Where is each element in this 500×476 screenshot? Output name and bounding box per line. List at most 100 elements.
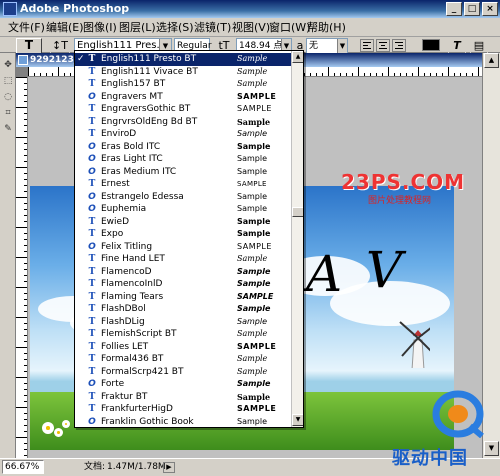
font-list-item[interactable]: T Formal436 BT Sample xyxy=(75,353,291,366)
truetype-font-icon: T xyxy=(88,104,96,114)
antialias-select[interactable]: 无 ▼ xyxy=(306,38,348,54)
font-list-item[interactable]: T EngraversGothic BT SAMPLE xyxy=(75,103,291,116)
scroll-down-icon[interactable]: ▼ xyxy=(292,414,303,426)
scroll-down-icon[interactable]: ▼ xyxy=(484,441,499,456)
align-left-button[interactable] xyxy=(360,39,374,52)
truetype-font-icon: T xyxy=(88,129,96,139)
move-tool-icon[interactable]: ✥ xyxy=(2,59,14,71)
opentype-font-icon: O xyxy=(88,241,96,252)
palettes-icon[interactable]: ▤ xyxy=(470,38,488,54)
font-list-item[interactable]: T Ernest SAMPLE xyxy=(75,178,291,191)
lasso-tool-icon[interactable]: ◌ xyxy=(2,91,14,103)
font-list-item[interactable]: O Eras Bold ITC Sample xyxy=(75,141,291,154)
opentype-font-icon: O xyxy=(88,191,96,202)
font-sample: SAMPLE xyxy=(237,180,267,188)
truetype-font-icon: T xyxy=(88,66,96,77)
font-sample: Sample xyxy=(237,204,267,213)
truetype-font-icon: T xyxy=(88,366,96,377)
font-list-item[interactable]: O Eras Light ITC Sample xyxy=(75,153,291,166)
menu-layer[interactable]: 图层(L) xyxy=(119,20,156,35)
maximize-button[interactable]: □ xyxy=(464,2,480,16)
font-list-item[interactable]: T Expo Sample xyxy=(75,228,291,241)
font-list-item[interactable]: T English157 BT Sample xyxy=(75,78,291,91)
font-name: FlamencoInlD xyxy=(101,279,163,289)
opentype-font-icon: O xyxy=(88,154,96,164)
truetype-font-icon: T xyxy=(88,229,96,239)
font-sample: Sample xyxy=(237,116,271,127)
font-list-item[interactable]: T Follies LET SAMPLE xyxy=(75,341,291,354)
document-icon xyxy=(18,55,28,65)
font-list-item[interactable]: O Felix Titling SAMPLE xyxy=(75,241,291,254)
doc-size-label: 文档: xyxy=(84,462,106,472)
font-name: EngraversGothic BT xyxy=(101,104,191,114)
font-list-item[interactable]: T Flaming Tears SAMPLE xyxy=(75,291,291,304)
font-name: FrankfurterHigD xyxy=(101,404,173,414)
font-name: FlemishScript BT xyxy=(101,329,177,339)
text-orientation-icon[interactable]: ↕T xyxy=(50,38,70,54)
crop-tool-icon[interactable]: ⌗ xyxy=(2,107,14,119)
chevron-down-icon[interactable]: ▼ xyxy=(337,39,347,53)
font-sample: Sample xyxy=(237,279,271,288)
menu-edit[interactable]: 编辑(E) xyxy=(46,20,84,35)
font-name: Eras Bold ITC xyxy=(101,141,161,152)
font-list-item[interactable]: O Franklin Gothic Book Sample xyxy=(75,416,291,428)
menu-view[interactable]: 视图(V) xyxy=(232,20,270,35)
align-right-button[interactable] xyxy=(392,39,406,52)
font-list-item[interactable]: T FlamencoInlD Sample xyxy=(75,278,291,291)
font-list-item[interactable]: ✓ T English111 Presto BT Sample xyxy=(75,53,291,66)
font-list-item[interactable]: T EnviroD Sample xyxy=(75,128,291,141)
font-list-item[interactable]: O Euphemia Sample xyxy=(75,203,291,216)
menu-filter[interactable]: 滤镜(T) xyxy=(194,20,231,35)
font-sample: Sample xyxy=(237,391,271,402)
marquee-tool-icon[interactable]: ⬚ xyxy=(2,75,14,87)
menu-window[interactable]: 窗口(W) xyxy=(269,20,310,35)
scroll-up-icon[interactable]: ▲ xyxy=(484,53,499,68)
brush-tool-icon[interactable]: ✎ xyxy=(2,123,14,135)
align-center-button[interactable] xyxy=(376,39,390,52)
scroll-up-icon[interactable]: ▲ xyxy=(292,51,303,63)
font-name: English111 Vivace BT xyxy=(101,66,198,77)
font-list-item[interactable]: O Estrangelo Edessa Sample xyxy=(75,191,291,204)
font-list-item[interactable]: O Engravers MT SAMPLE xyxy=(75,91,291,104)
font-list-item[interactable]: T FlemishScript BT Sample xyxy=(75,328,291,341)
font-list-item[interactable]: T EwieD Sample xyxy=(75,216,291,229)
tool-preset-picker[interactable]: T xyxy=(16,38,42,54)
font-list-item[interactable]: T FormalScrp421 BT Sample xyxy=(75,366,291,379)
font-sample: SAMPLE xyxy=(237,291,274,301)
font-list-item[interactable]: T FlashDLig Sample xyxy=(75,316,291,329)
font-name: Engravers MT xyxy=(101,91,163,102)
truetype-font-icon: T xyxy=(88,404,96,414)
font-list-item[interactable]: O Forte Sample xyxy=(75,378,291,391)
font-list-item[interactable]: T Fraktur BT Sample xyxy=(75,391,291,404)
scroll-thumb[interactable] xyxy=(292,207,303,217)
menu-file[interactable]: 文件(F) xyxy=(8,20,45,35)
font-list-item[interactable]: T Fine Hand LET Sample xyxy=(75,253,291,266)
close-button[interactable]: × xyxy=(482,2,498,16)
font-list-item[interactable]: T FrankfurterHigD SAMPLE xyxy=(75,403,291,416)
font-list-item[interactable]: T English111 Vivace BT Sample xyxy=(75,66,291,79)
font-sample: SAMPLE xyxy=(237,341,277,351)
font-name: Formal436 BT xyxy=(101,354,164,364)
menu-select[interactable]: 选择(S) xyxy=(156,20,194,35)
warp-text-icon[interactable]: T xyxy=(448,38,466,54)
font-name: EngrvrsOldEng Bd BT xyxy=(101,116,198,127)
status-menu-arrow-icon[interactable]: ▶ xyxy=(163,462,175,473)
checkmark-icon: ✓ xyxy=(77,54,85,64)
toolbox: ✥ ⬚ ◌ ⌗ ✎ xyxy=(0,53,16,460)
font-sample: Sample xyxy=(237,254,268,263)
font-name: Eras Medium ITC xyxy=(101,166,177,177)
font-sample: Sample xyxy=(237,191,267,201)
font-list-item[interactable]: T FlamencoD Sample xyxy=(75,266,291,279)
truetype-font-icon: T xyxy=(88,79,96,89)
dropdown-scrollbar[interactable]: ▲ ▼ xyxy=(291,51,303,427)
menu-image[interactable]: 图像(I) xyxy=(83,20,117,35)
text-color-swatch[interactable] xyxy=(422,39,440,51)
font-list-item[interactable]: T EngrvrsOldEng Bd BT Sample xyxy=(75,116,291,129)
minimize-button[interactable]: _ xyxy=(446,2,462,16)
zoom-level-field[interactable]: 66.67% xyxy=(2,460,44,474)
font-list-item[interactable]: O Eras Medium ITC Sample xyxy=(75,166,291,179)
font-list-item[interactable]: T FlashDBol Sample xyxy=(75,303,291,316)
font-name: Expo xyxy=(101,229,124,239)
menu-help[interactable]: 帮助(H) xyxy=(307,20,346,35)
font-sample: Sample xyxy=(237,329,268,338)
